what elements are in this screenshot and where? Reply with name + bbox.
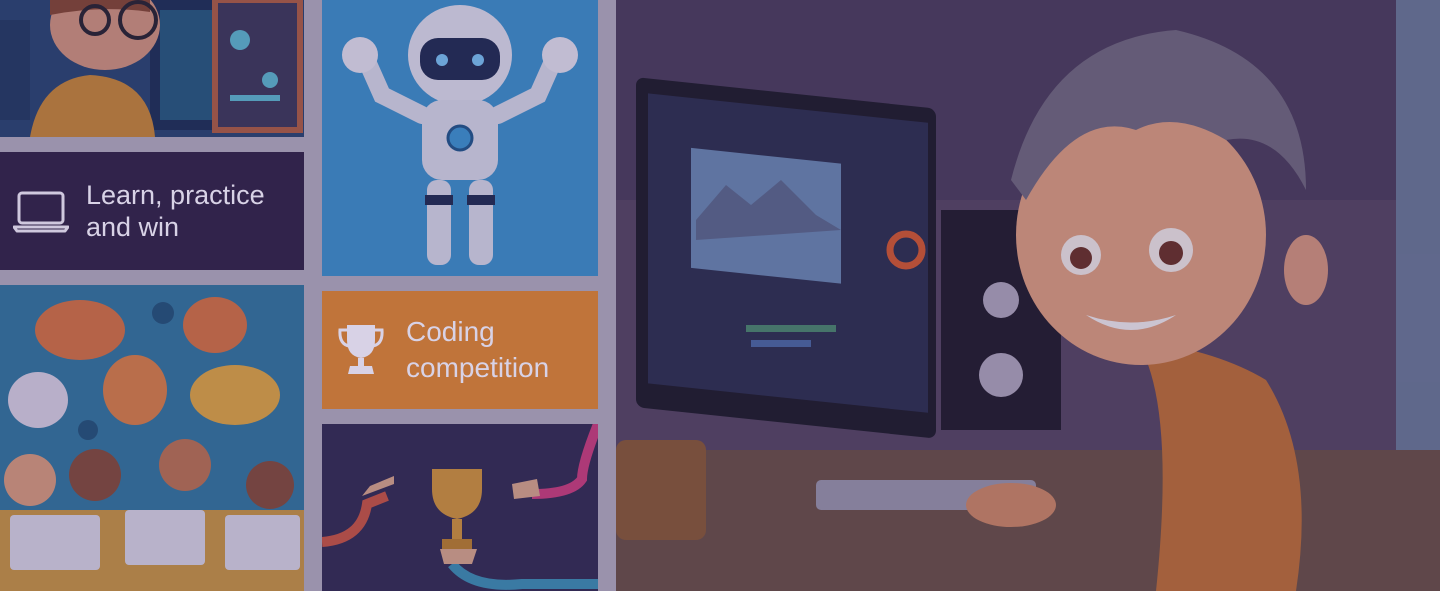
trophy-icon — [338, 322, 384, 378]
coding-competition-label: Coding competition — [406, 316, 550, 383]
coding-competition-tile[interactable]: Coding competition — [322, 291, 598, 409]
learn-practice-win-tile[interactable]: Learn, practice and win — [0, 152, 304, 270]
learn-practice-win-label: Learn, practice and win — [86, 180, 265, 242]
kids-chat-image — [0, 285, 304, 591]
robot-image — [322, 0, 598, 276]
kid-glasses-image — [0, 0, 304, 137]
laptop-icon — [13, 189, 69, 233]
hero-boy-computer-image — [616, 0, 1440, 591]
trophy-hands-image — [322, 424, 598, 591]
